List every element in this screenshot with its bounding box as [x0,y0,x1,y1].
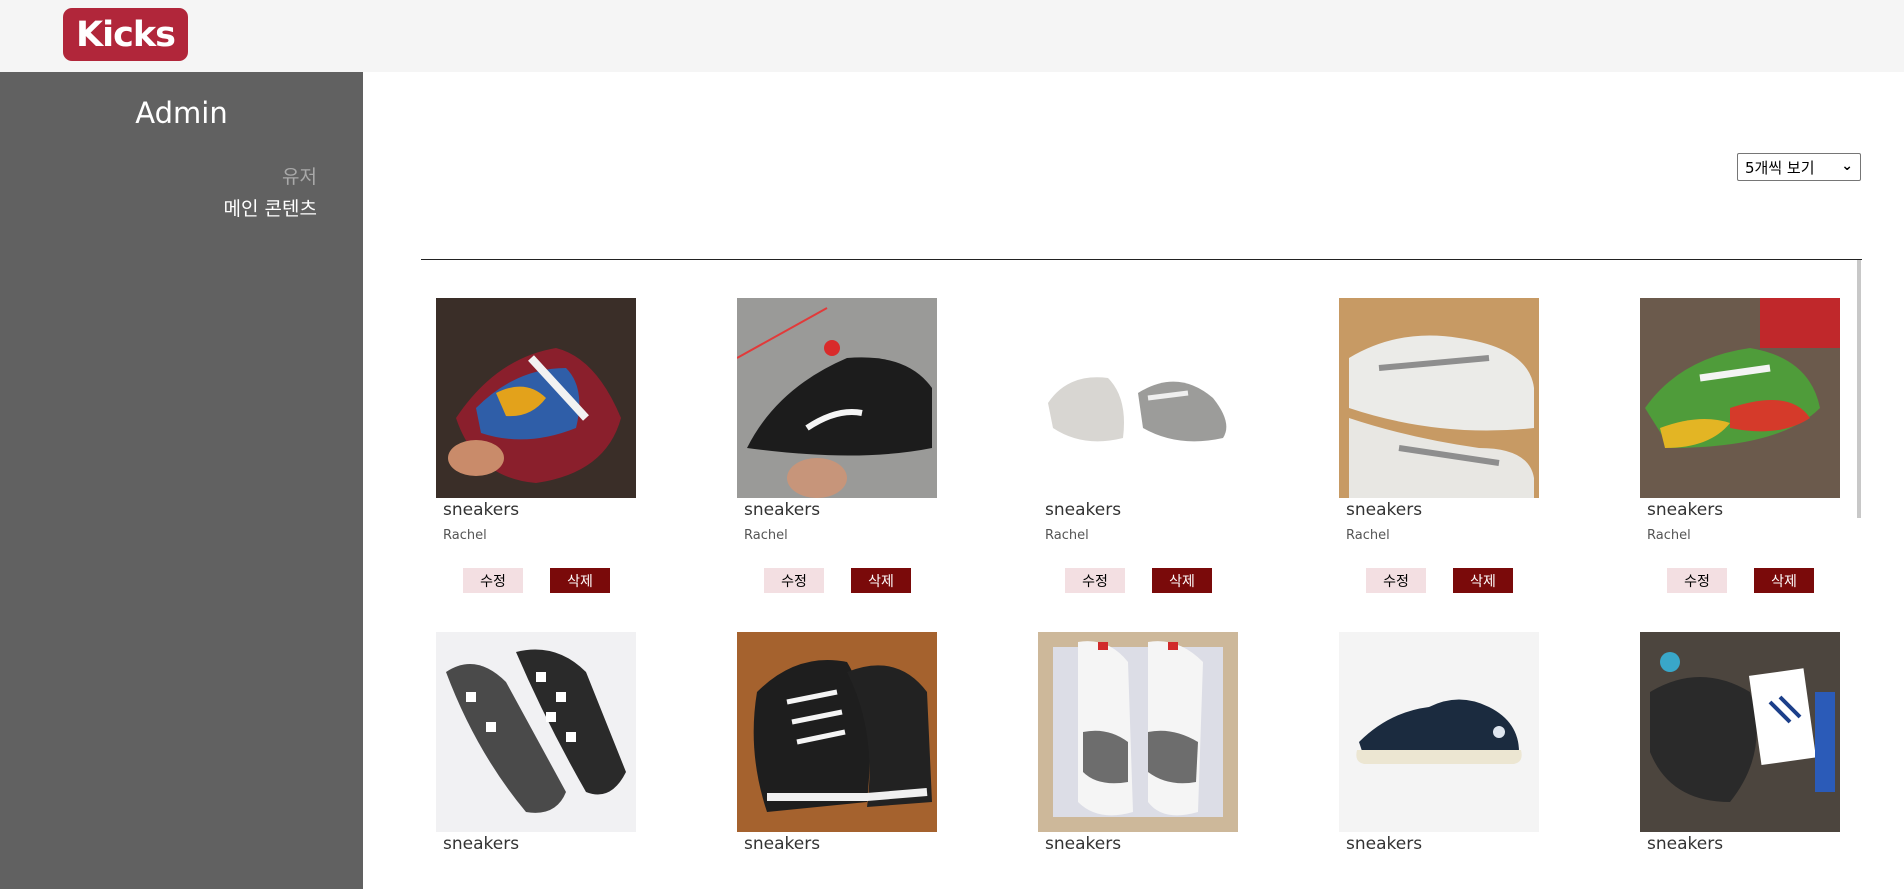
product-image[interactable] [1640,298,1840,498]
edit-button[interactable]: 수정 [764,568,824,593]
admin-sidebar: Admin 유저 메인 콘텐츠 [0,72,363,889]
delete-button[interactable]: 삭제 [550,568,610,593]
product-title: sneakers [1346,500,1423,520]
scrollbar[interactable] [1857,260,1861,518]
product-card: sneakers Rachel 수정 삭제 [1339,298,1540,593]
product-author: Rachel [1346,528,1390,543]
sidebar-title: Admin [135,96,228,130]
top-bar: Kicks [0,0,1904,72]
product-image[interactable] [1038,298,1238,498]
sidebar-item-users[interactable]: 유저 [282,162,317,189]
product-title: sneakers [1647,500,1724,520]
content-divider [421,259,1862,260]
edit-button[interactable]: 수정 [1366,568,1426,593]
product-author: Rachel [443,528,487,543]
product-card: sneakers [1640,632,1841,854]
product-image[interactable] [1339,632,1539,832]
chevron-down-icon: ⌄ [1841,158,1853,174]
product-card: sneakers Rachel 수정 삭제 [1640,298,1841,593]
product-image[interactable] [1038,632,1238,832]
edit-button[interactable]: 수정 [463,568,523,593]
per-page-select[interactable]: 5개씩 보기 ⌄ [1737,153,1861,181]
product-image[interactable] [436,298,636,498]
product-author: Rachel [1647,528,1691,543]
product-title: sneakers [1346,834,1423,854]
delete-button[interactable]: 삭제 [1754,568,1814,593]
product-card: sneakers Rachel 수정 삭제 [436,298,637,593]
main-content: 5개씩 보기 ⌄ sneakers Rachel 수정 삭제 sneakers … [363,72,1904,889]
product-card: sneakers [1038,632,1239,854]
delete-button[interactable]: 삭제 [851,568,911,593]
product-title: sneakers [443,834,520,854]
product-title: sneakers [1045,500,1122,520]
edit-button[interactable]: 수정 [1065,568,1125,593]
product-author: Rachel [744,528,788,543]
edit-button[interactable]: 수정 [1667,568,1727,593]
product-card: sneakers Rachel 수정 삭제 [737,298,938,593]
product-author: Rachel [1045,528,1089,543]
product-image[interactable] [1640,632,1840,832]
kicks-logo[interactable]: Kicks [63,8,188,61]
product-image[interactable] [737,632,937,832]
product-image[interactable] [1339,298,1539,498]
product-title: sneakers [1045,834,1122,854]
delete-button[interactable]: 삭제 [1152,568,1212,593]
product-title: sneakers [1647,834,1724,854]
product-title: sneakers [744,500,821,520]
delete-button[interactable]: 삭제 [1453,568,1513,593]
product-image[interactable] [436,632,636,832]
product-title: sneakers [744,834,821,854]
product-title: sneakers [443,500,520,520]
product-card: sneakers Rachel 수정 삭제 [1038,298,1239,593]
product-card: sneakers [1339,632,1540,854]
product-card: sneakers [436,632,637,854]
product-image[interactable] [737,298,937,498]
sidebar-item-main-content[interactable]: 메인 콘텐츠 [224,194,317,221]
product-card: sneakers [737,632,938,854]
per-page-selected-value: 5개씩 보기 [1745,158,1815,177]
